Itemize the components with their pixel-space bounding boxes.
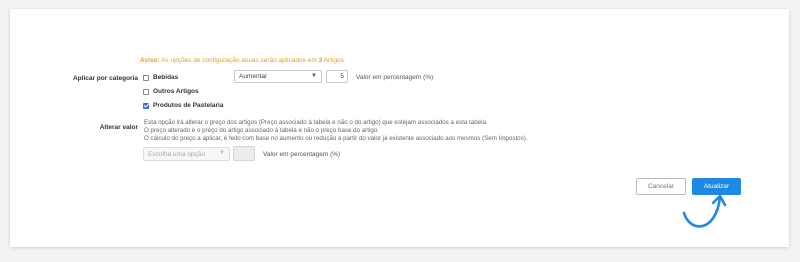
apply-by-category-label: Aplicar por categoria <box>72 75 138 82</box>
alter-option-select[interactable]: Escolha uma opção ▼ <box>143 147 230 161</box>
category-checkbox[interactable] <box>143 102 149 109</box>
category-checkbox[interactable] <box>143 88 149 95</box>
category-checkbox-label: Produtos de Pastelaria <box>153 102 224 109</box>
category-checkbox[interactable] <box>143 74 149 81</box>
warning-text-before: As opções de configuração atuais serão a… <box>159 57 319 64</box>
warning-text-after: Artigos <box>322 57 344 64</box>
adjustment-type-value: Aumentar <box>239 73 268 80</box>
alter-value-label: Alterar valor <box>99 124 138 131</box>
category-checkbox-label: Outros Artigos <box>153 88 199 95</box>
adjustment-type-select[interactable]: Aumentar ▼ <box>234 70 322 83</box>
category-amount-input[interactable]: 5 <box>326 70 348 83</box>
category-checkbox-row[interactable]: Bebidas <box>143 74 178 81</box>
alter-option-placeholder: Escolha uma opção <box>148 150 206 158</box>
alter-amount-unit: Valor em percentagem (%) <box>263 151 341 158</box>
warning-message: Aviso: As opções de configuração atuais … <box>140 57 344 64</box>
alter-value-description-line: O cálculo do preço a aplicar, é feito co… <box>144 135 528 142</box>
category-checkbox-label: Bebidas <box>153 74 179 81</box>
category-amount-unit: Valor em percentagem (%) <box>356 74 434 81</box>
alter-value-description-line: Esta opção irá alterar o preço dos artig… <box>144 119 488 126</box>
category-checkbox-row[interactable]: Outros Artigos <box>143 88 199 95</box>
alter-amount-input[interactable] <box>233 146 255 161</box>
chevron-down-icon: ▼ <box>219 150 225 156</box>
category-checkbox-row[interactable]: Produtos de Pastelaria <box>143 102 223 109</box>
alter-value-description-line: O preço alterado é o preço do artigo ass… <box>144 127 379 134</box>
warning-prefix: Aviso: <box>140 57 160 64</box>
chevron-down-icon: ▼ <box>311 73 317 79</box>
pointer-arrow-icon <box>682 194 727 228</box>
